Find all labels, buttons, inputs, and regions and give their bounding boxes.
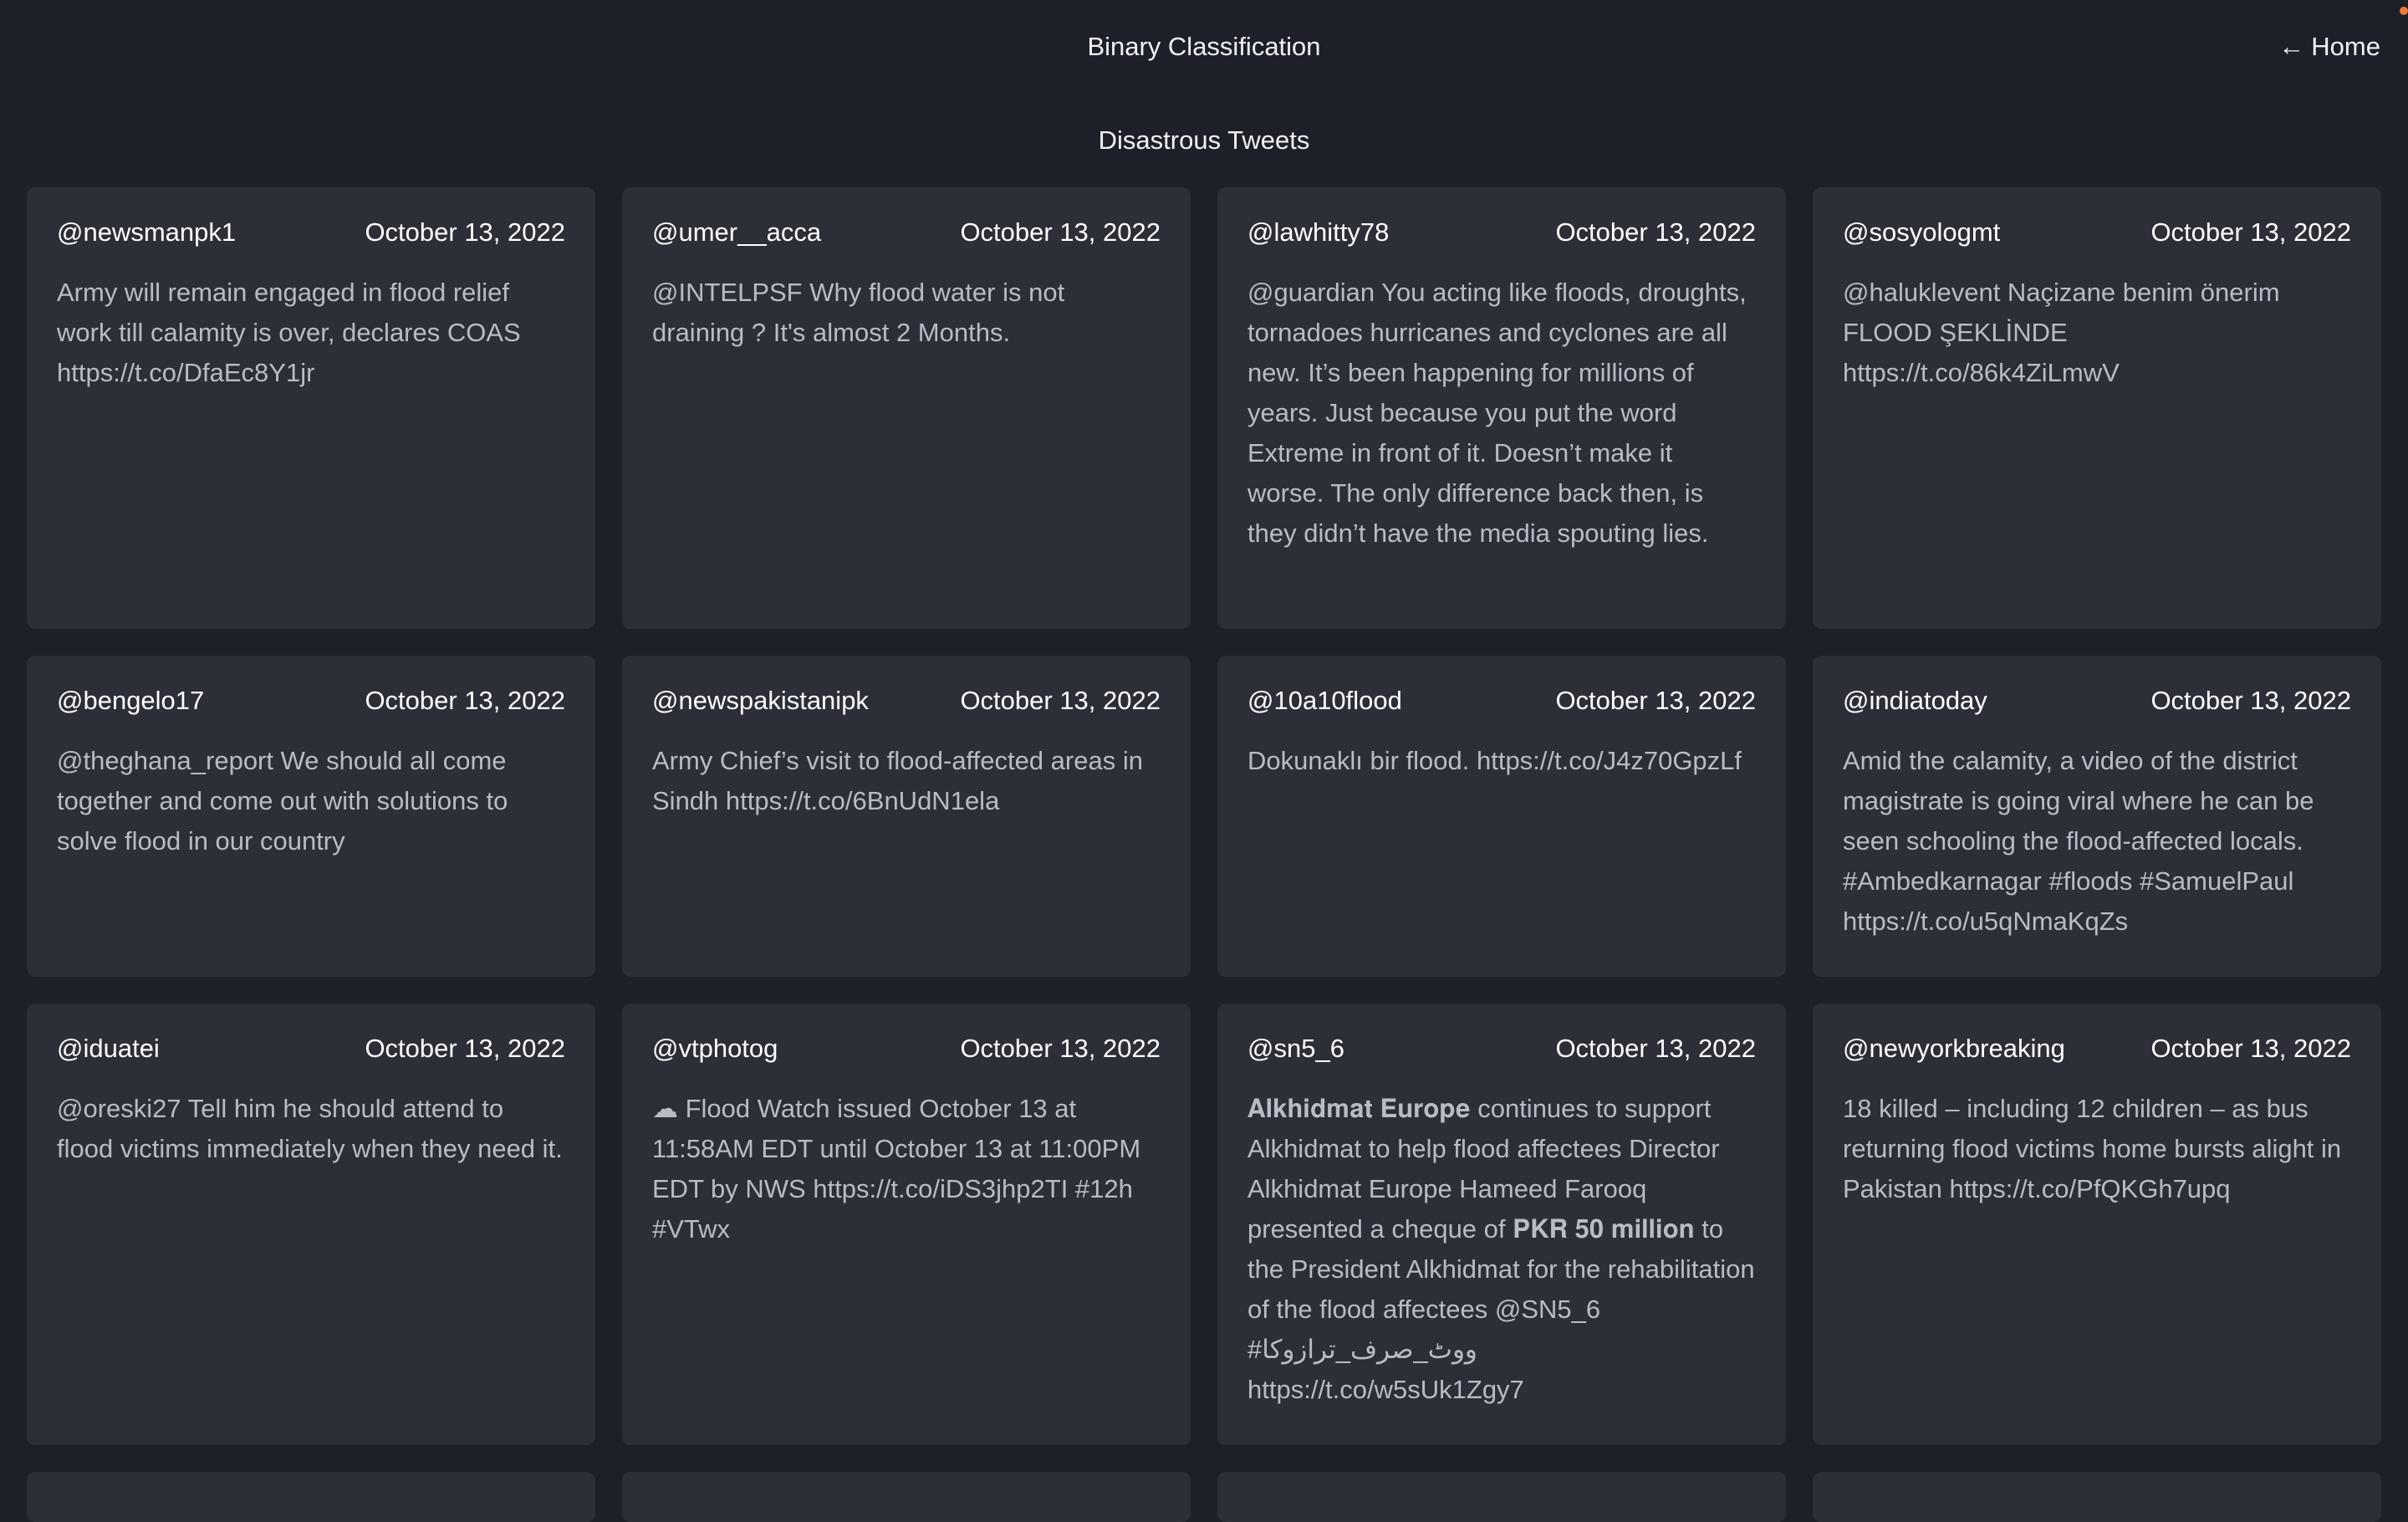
tweet-grid: @newsmanpk1 October 13, 2022 Army will r… <box>27 187 2381 1522</box>
tweet-username: @vtphotog <box>652 1034 778 1063</box>
tweet-card[interactable]: @newspakistanipk October 13, 2022 Army C… <box>622 656 1191 977</box>
tweet-date: October 13, 2022 <box>365 686 565 715</box>
tweet-card[interactable]: @indiatoday October 13, 2022 Amid the ca… <box>1813 656 2381 977</box>
tweet-date: October 13, 2022 <box>2150 1034 2351 1063</box>
tweet-username: @lawhitty78 <box>1247 217 1390 247</box>
tweet-header: @newyorkbreaking October 13, 2022 <box>1843 1034 2351 1064</box>
tweet-card[interactable]: @lawhitty78 October 13, 2022 @guardian Y… <box>1217 187 1786 629</box>
tweet-date: October 13, 2022 <box>1555 686 1756 715</box>
tweet-username: @bengelo17 <box>57 686 205 715</box>
tweet-date: October 13, 2022 <box>1555 1034 1756 1063</box>
tweet-card-partial[interactable] <box>27 1472 595 1522</box>
tweet-date: October 13, 2022 <box>365 217 565 247</box>
tweet-text: @haluklevent Naçizane benim önerim FLOOD… <box>1843 278 2280 387</box>
tweet-text: Army will remain engaged in flood relief… <box>57 278 521 387</box>
section-title: Disastrous Tweets <box>1098 125 1310 155</box>
tweet-text: 18 killed – including 12 children – as b… <box>1843 1094 2342 1203</box>
tweet-header: @newsmanpk1 October 13, 2022 <box>57 217 565 248</box>
tweet-header: @10a10flood October 13, 2022 <box>1247 686 1756 716</box>
tweet-username: @iduatei <box>57 1034 160 1063</box>
tweet-text: Dokunaklı bir flood. https://t.co/J4z70G… <box>1247 746 1742 775</box>
tweet-username: @umer__acca <box>652 217 822 247</box>
tweet-header: @sn5_6 October 13, 2022 <box>1247 1034 1756 1064</box>
tweet-username: @10a10flood <box>1247 686 1402 715</box>
tweet-date: October 13, 2022 <box>960 1034 1161 1063</box>
tweet-header: @indiatoday October 13, 2022 <box>1843 686 2351 716</box>
tweet-text: @guardian You acting like floods, drough… <box>1247 278 1747 548</box>
tweet-username: @newspakistanipk <box>652 686 869 715</box>
tweet-card[interactable]: @sn5_6 October 13, 2022 𝐀𝐥𝐤𝐡𝐢𝐝𝐦𝐚𝐭 𝐄𝐮𝐫𝐨𝐩𝐞… <box>1217 1004 1786 1445</box>
tweet-date: October 13, 2022 <box>2150 217 2351 247</box>
tweet-date: October 13, 2022 <box>1555 217 1756 247</box>
tweet-username: @newyorkbreaking <box>1843 1034 2065 1063</box>
tweet-card[interactable]: @10a10flood October 13, 2022 Dokunaklı b… <box>1217 656 1786 977</box>
tweet-card-partial[interactable] <box>1217 1472 1786 1522</box>
tweet-text: Army Chief’s visit to flood-affected are… <box>652 746 1143 815</box>
tweet-date: October 13, 2022 <box>2150 686 2351 715</box>
tweet-text: @oreski27 Tell him he should attend to f… <box>57 1094 563 1163</box>
tweet-header: @sosyologmt October 13, 2022 <box>1843 217 2351 248</box>
tweet-date: October 13, 2022 <box>960 686 1161 715</box>
tweet-card-partial[interactable] <box>1813 1472 2381 1522</box>
tweet-date: October 13, 2022 <box>960 217 1161 247</box>
tweet-text: ☁ Flood Watch issued October 13 at 11:58… <box>652 1094 1141 1244</box>
tweet-text: @INTELPSF Why flood water is not drainin… <box>652 278 1065 347</box>
tweet-text: 𝐀𝐥𝐤𝐡𝐢𝐝𝐦𝐚𝐭 𝐄𝐮𝐫𝐨𝐩𝐞 continues to support Al… <box>1247 1094 1755 1404</box>
app-title: Binary Classification <box>1087 32 1321 61</box>
tweet-text: Amid the calamity, a video of the distri… <box>1843 746 2314 936</box>
tweet-header: @lawhitty78 October 13, 2022 <box>1247 217 1756 248</box>
tweet-username: @indiatoday <box>1843 686 1987 715</box>
arrow-left-icon: ← <box>2278 32 2305 61</box>
tweet-username: @sosyologmt <box>1843 217 2001 247</box>
tweet-card[interactable]: @vtphotog October 13, 2022 ☁ Flood Watch… <box>622 1004 1191 1445</box>
tweet-card[interactable]: @sosyologmt October 13, 2022 @halukleven… <box>1813 187 2381 629</box>
tweet-username: @newsmanpk1 <box>57 217 237 247</box>
tweet-username: @sn5_6 <box>1247 1034 1344 1063</box>
tweet-card[interactable]: @bengelo17 October 13, 2022 @theghana_re… <box>27 656 595 977</box>
tweet-text: @theghana_report We should all come toge… <box>57 746 508 855</box>
tweet-card[interactable]: @umer__acca October 13, 2022 @INTELPSF W… <box>622 187 1191 629</box>
status-dot <box>2400 7 2408 15</box>
tweet-card[interactable]: @iduatei October 13, 2022 @oreski27 Tell… <box>27 1004 595 1445</box>
home-link[interactable]: ← Home <box>2278 0 2380 94</box>
tweet-date: October 13, 2022 <box>365 1034 565 1063</box>
tweet-header: @vtphotog October 13, 2022 <box>652 1034 1161 1064</box>
tweet-card[interactable]: @newsmanpk1 October 13, 2022 Army will r… <box>27 187 595 629</box>
tweet-header: @newspakistanipk October 13, 2022 <box>652 686 1161 716</box>
tweet-card[interactable]: @newyorkbreaking October 13, 2022 18 kil… <box>1813 1004 2381 1445</box>
tweet-card-partial[interactable] <box>622 1472 1191 1522</box>
tweet-header: @umer__acca October 13, 2022 <box>652 217 1161 248</box>
home-label: Home <box>2311 32 2380 61</box>
tweet-header: @iduatei October 13, 2022 <box>57 1034 565 1064</box>
top-bar: Binary Classification ← Home <box>0 0 2408 94</box>
tweet-header: @bengelo17 October 13, 2022 <box>57 686 565 716</box>
